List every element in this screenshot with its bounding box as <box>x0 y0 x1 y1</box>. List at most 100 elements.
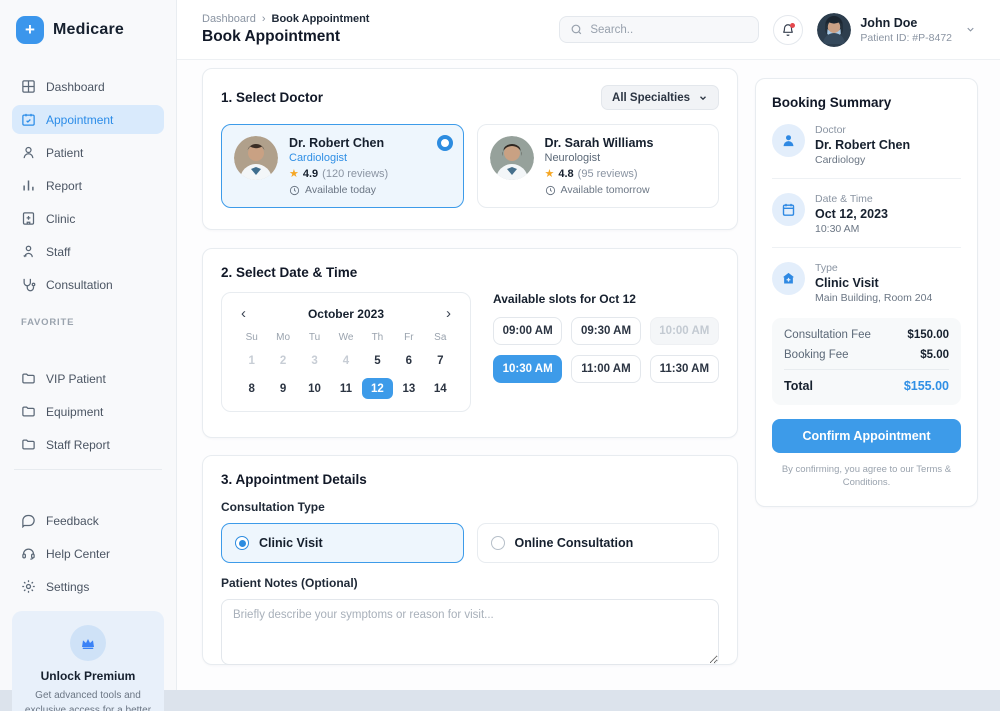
user-menu[interactable]: John Doe Patient ID: #P-8472 <box>817 12 976 47</box>
calendar-day[interactable]: 1 <box>236 350 267 371</box>
calendar-day[interactable]: 2 <box>267 350 298 371</box>
radio-icon <box>490 536 505 550</box>
summary-value: Clinic Visit <box>815 276 879 290</box>
calendar-day[interactable]: 8 <box>236 378 267 399</box>
search-input[interactable] <box>590 23 749 36</box>
page-title: Book Appointment <box>202 28 341 45</box>
premium-title: Unlock Premium <box>40 669 136 683</box>
sidebar-item-vip-patient[interactable]: VIP Patient <box>12 364 164 393</box>
confirm-appointment-button[interactable]: Confirm Appointment <box>772 419 961 453</box>
doctor-info: Dr. Robert Chen Cardiologist ★ 4.9 (120 … <box>289 136 388 196</box>
time-slot[interactable]: 09:30 AM <box>571 317 641 345</box>
specialty-select[interactable]: All Specialties <box>601 85 719 110</box>
radio-selected-icon <box>235 536 249 550</box>
chevron-down-icon <box>965 24 976 35</box>
sidebar-item-staff[interactable]: Staff <box>12 237 164 266</box>
rating-value: 4.9 <box>302 167 319 180</box>
user-name: John Doe <box>860 15 918 30</box>
time-slot[interactable]: 11:30 AM <box>649 355 719 383</box>
specialty-select-value: All Specialties <box>612 91 690 104</box>
divider <box>772 178 961 179</box>
sidebar-item-label: Appointment <box>46 112 114 127</box>
calendar-day-selected[interactable]: 12 <box>361 378 394 399</box>
calendar-day[interactable]: 4 <box>330 350 361 371</box>
grid-icon <box>21 79 36 94</box>
calendar-next-button[interactable]: › <box>441 303 456 324</box>
sidebar-item-appointment[interactable]: Appointment <box>12 105 164 134</box>
summary-sub: Main Building, Room 204 <box>815 292 933 304</box>
clinic-home-icon <box>772 262 805 295</box>
summary-sub: 10:30 AM <box>815 223 860 235</box>
appointment-details-heading: 3. Appointment Details <box>221 472 367 487</box>
option-online-consultation[interactable]: Online Consultation <box>476 523 719 563</box>
sidebar-item-label: Consultation <box>46 277 113 292</box>
doctor-rating: ★ 4.8 (95 reviews) <box>544 167 654 181</box>
calendar-day[interactable]: 9 <box>267 378 298 399</box>
patient-notes-textarea[interactable] <box>221 599 719 665</box>
sidebar-item-staff-report[interactable]: Staff Report <box>12 430 164 459</box>
sidebar-item-clinic[interactable]: Clinic <box>12 204 164 233</box>
search-box[interactable] <box>559 16 760 43</box>
calendar-day[interactable]: 7 <box>425 350 456 371</box>
sidebar-item-help-center[interactable]: Help Center <box>12 539 164 568</box>
sidebar-item-equipment[interactable]: Equipment <box>12 397 164 426</box>
rating-value: 4.8 <box>558 167 574 180</box>
person-icon <box>21 145 36 160</box>
calendar-day[interactable]: 13 <box>393 378 424 399</box>
select-datetime-heading: 2. Select Date & Time <box>221 265 358 280</box>
content: 1. Select Doctor All Specialties Dr. Rob… <box>177 60 1000 690</box>
time-slot-selected[interactable]: 10:30 AM <box>493 355 563 383</box>
clock-icon <box>289 185 300 196</box>
gear-icon <box>21 579 36 594</box>
sidebar-item-feedback[interactable]: Feedback <box>12 506 164 535</box>
fee-amount: $150.00 <box>907 329 949 341</box>
calendar-prev-button[interactable]: ‹ <box>236 303 251 324</box>
breadcrumb-current: Book Appointment <box>271 13 370 25</box>
doctor-specialty: Neurologist <box>544 152 601 164</box>
calendar-day[interactable]: 10 <box>299 378 330 399</box>
breadcrumb-dashboard[interactable]: Dashboard <box>202 13 256 25</box>
availability-text: Available tomorrow <box>560 184 650 196</box>
topbar: Dashboard › Book Appointment Book Appoin… <box>177 0 1000 60</box>
calendar-day[interactable]: 11 <box>330 378 361 399</box>
consultation-type-label: Consultation Type <box>221 500 325 514</box>
doctor-availability: Available today <box>289 184 388 196</box>
sidebar-item-label: Dashboard <box>46 79 105 94</box>
sidebar-item-consultation[interactable]: Consultation <box>12 270 164 299</box>
sidebar-divider <box>14 469 162 470</box>
calendar-day[interactable]: 14 <box>425 378 456 399</box>
doctor-card-sarah-williams[interactable]: Dr. Sarah Williams Neurologist ★ 4.8 (95… <box>476 124 719 208</box>
doctor-name: Dr. Sarah Williams <box>544 136 654 150</box>
slots-heading: Available slots for Oct 12 <box>493 292 636 306</box>
sidebar-item-dashboard[interactable]: Dashboard <box>12 72 164 101</box>
time-slot-disabled: 10:00 AM <box>649 317 719 345</box>
time-slot[interactable]: 11:00 AM <box>571 355 641 383</box>
calendar-day[interactable]: 3 <box>299 350 330 371</box>
staff-badge-icon <box>21 244 36 259</box>
summary-doctor-item: Doctor Dr. Robert Chen Cardiology <box>772 124 961 166</box>
select-doctor-heading: 1. Select Doctor <box>221 90 324 105</box>
time-slot[interactable]: 09:00 AM <box>493 317 563 345</box>
option-clinic-visit[interactable]: Clinic Visit <box>221 523 464 563</box>
notifications-button[interactable] <box>773 14 804 45</box>
calendar-day[interactable]: 6 <box>393 350 424 371</box>
brand-name: Medicare <box>53 21 124 38</box>
doctor-card-robert-chen[interactable]: Dr. Robert Chen Cardiologist ★ 4.9 (120 … <box>221 124 464 208</box>
sidebar-item-label: Patient <box>46 145 84 160</box>
reviews-count: (95 reviews) <box>577 167 638 180</box>
folder-icon <box>21 437 36 452</box>
star-icon: ★ <box>544 168 555 180</box>
sidebar-footer-nav: Feedback Help Center Settings <box>12 506 164 601</box>
calendar-day[interactable]: 5 <box>362 350 393 371</box>
chevron-down-icon <box>698 93 708 103</box>
sidebar-item-report[interactable]: Report <box>12 171 164 200</box>
time-slots: Available slots for Oct 12 09:00 AM 09:3… <box>493 292 719 412</box>
breadcrumb-title-block: Dashboard › Book Appointment Book Appoin… <box>202 13 369 46</box>
sidebar-item-patient[interactable]: Patient <box>12 138 164 167</box>
summary-label: Doctor <box>815 124 846 136</box>
user-text-block: John Doe Patient ID: #P-8472 <box>860 16 952 44</box>
doctor-list: Dr. Robert Chen Cardiologist ★ 4.9 (120 … <box>221 124 719 208</box>
sidebar-item-settings[interactable]: Settings <box>12 572 164 601</box>
hospital-icon <box>21 211 36 226</box>
doctor-avatar <box>234 136 278 180</box>
